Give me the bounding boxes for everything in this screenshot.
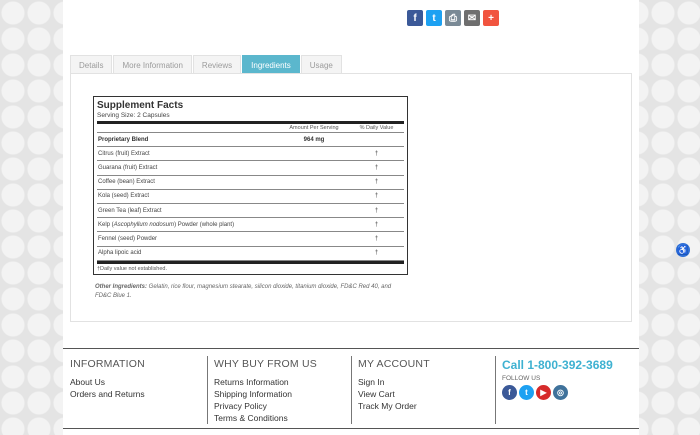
more-share-icon[interactable]: + (483, 10, 499, 26)
footer-link-track-my-order[interactable]: Track My Order (358, 400, 430, 412)
phone-number[interactable]: Call 1-800-392-3689 (502, 358, 613, 372)
facts-rows: Proprietary Blend 964 mg Citrus (fruit) Ex… (97, 133, 404, 261)
ingredient-daily-value: † (374, 221, 379, 228)
daily-value-header: % Daily Value (359, 125, 394, 131)
social-links: f t ▶ ◎ (502, 385, 613, 400)
facts-row: Fennel (seed) Powder † (97, 232, 404, 247)
tab-more-information[interactable]: More Information (113, 55, 192, 74)
facts-row: Proprietary Blend 964 mg (97, 133, 404, 148)
facts-row: Alpha lipoic acid † (97, 247, 404, 261)
facts-footnote: †Daily value not established. (97, 265, 168, 272)
footer-heading: MY ACCOUNT (358, 358, 430, 370)
serving-size: Serving Size: 2 Capsules (97, 112, 170, 119)
footer-separator (207, 356, 208, 424)
tab-ingredients[interactable]: Ingredients (242, 55, 300, 74)
ingredient-name: Kelp (Ascophyllum nodosum) Powder (whole… (98, 221, 235, 228)
ingredient-daily-value: † (374, 179, 379, 186)
ingredient-name: Coffee (bean) Extract (98, 179, 155, 186)
supplement-facts: Supplement Facts Serving Size: 2 Capsule… (93, 96, 408, 275)
ingredient-amount: 964 mg (303, 136, 325, 143)
other-ingredients-label: Other Ingredients: (95, 284, 148, 290)
footer-link-privacy-policy[interactable]: Privacy Policy (214, 400, 317, 412)
facebook-share-icon[interactable]: f (407, 10, 423, 26)
instagram-icon[interactable]: ◎ (553, 385, 568, 400)
tab-reviews[interactable]: Reviews (192, 55, 242, 74)
facts-row: Coffee (bean) Extract † (97, 176, 404, 190)
facts-title: Supplement Facts (97, 100, 184, 111)
footer-link-returns-information[interactable]: Returns Information (214, 376, 317, 388)
facts-row: Guarana (fruit) Extract † (97, 161, 404, 176)
ingredient-name: Citrus (fruit) Extract (98, 150, 150, 157)
ingredient-name: Guarana (fruit) Extract (98, 164, 158, 171)
facebook-icon[interactable]: f (502, 385, 517, 400)
twitter-share-icon[interactable]: t (426, 10, 442, 26)
footer-divider (63, 428, 639, 429)
ingredient-daily-value: † (374, 150, 379, 157)
ingredient-daily-value: † (374, 250, 379, 257)
ingredient-daily-value: † (374, 164, 379, 171)
footer-my-account: MY ACCOUNT Sign In View Cart Track My Orde… (358, 358, 430, 412)
ingredient-daily-value: † (374, 193, 379, 200)
footer-link-orders-and-returns[interactable]: Orders and Returns (70, 388, 145, 400)
footer-link-shipping-information[interactable]: Shipping Information (214, 388, 317, 400)
ingredients-panel: Supplement Facts Serving Size: 2 Capsule… (70, 73, 632, 322)
footer-why-buy: WHY BUY FROM US Returns Information Shipp… (214, 358, 317, 424)
product-tabs: Details More Information Reviews Ingredient… (70, 55, 343, 74)
page-content: f t ⎙ ✉ + Details More Information Reviews Ingr… (63, 0, 639, 435)
footer-heading: WHY BUY FROM US (214, 358, 317, 370)
footer-information: INFORMATION About Us Orders and Returns (70, 358, 145, 400)
footer-separator (495, 356, 496, 424)
ingredient-name: Proprietary Blend (98, 136, 149, 143)
footer-link-terms-conditions[interactable]: Terms & Conditions (214, 412, 317, 424)
accessibility-icon[interactable]: ♿ (676, 243, 690, 257)
footer-heading: INFORMATION (70, 358, 145, 370)
footer-link-sign-in[interactable]: Sign In (358, 376, 430, 388)
other-ingredients: Other Ingredients: Gelatin, rice flour, … (95, 283, 395, 300)
ingredient-name: Green Tea (leaf) Extract (98, 207, 162, 214)
ingredient-name: Kola (seed) Extract (98, 193, 150, 200)
facts-header-row: Amount Per Serving % Daily Value (97, 124, 404, 133)
print-share-icon[interactable]: ⎙ (445, 10, 461, 26)
facts-row: Kola (seed) Extract † (97, 190, 404, 204)
facts-row: Green Tea (leaf) Extract † (97, 204, 404, 219)
footer-link-view-cart[interactable]: View Cart (358, 388, 430, 400)
youtube-icon[interactable]: ▶ (536, 385, 551, 400)
facts-row: Kelp (Ascophyllum nodosum) Powder (whole… (97, 218, 404, 233)
ingredient-name: Alpha lipoic acid (98, 250, 142, 257)
footer-contact: Call 1-800-392-3689 FOLLOW US f t ▶ ◎ (502, 358, 613, 400)
email-share-icon[interactable]: ✉ (464, 10, 480, 26)
ingredient-daily-value: † (374, 207, 379, 214)
footer-divider (63, 348, 639, 349)
amount-header: Amount Per Serving (289, 125, 339, 131)
follow-us-label: FOLLOW US (502, 375, 541, 382)
ingredient-daily-value: † (374, 235, 379, 242)
facts-row: Citrus (fruit) Extract † (97, 147, 404, 162)
tab-details[interactable]: Details (70, 55, 113, 74)
ingredient-name: Fennel (seed) Powder (98, 235, 158, 242)
footer-link-about-us[interactable]: About Us (70, 376, 145, 388)
tab-usage[interactable]: Usage (300, 55, 342, 74)
twitter-icon[interactable]: t (519, 385, 534, 400)
share-bar: f t ⎙ ✉ + (407, 10, 499, 26)
footer-separator (351, 356, 352, 424)
